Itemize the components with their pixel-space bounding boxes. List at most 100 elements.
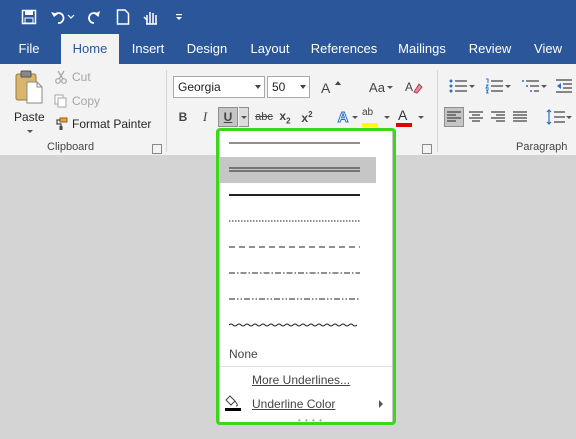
font-size-value: 50 — [272, 80, 286, 94]
grow-font-button[interactable]: A — [318, 77, 348, 97]
touch-mode-icon[interactable] — [141, 7, 161, 27]
cut-button[interactable]: Cut — [54, 70, 91, 84]
clipboard-dialog-launcher-icon[interactable] — [152, 144, 162, 154]
decrease-indent-icon — [555, 79, 572, 93]
align-center-button[interactable] — [466, 107, 486, 127]
superscript-button[interactable]: x2 — [297, 107, 317, 127]
highlight-label: ab — [362, 107, 374, 118]
tab-review[interactable]: Review — [464, 34, 516, 64]
undo-icon[interactable] — [48, 7, 68, 27]
underline-dropdown-button[interactable] — [239, 107, 249, 127]
underline-dotted-preview — [229, 220, 360, 222]
tab-insert[interactable]: Insert — [126, 34, 170, 64]
underline-style-dash-dot[interactable] — [220, 260, 376, 286]
line-spacing-icon — [546, 109, 565, 125]
underline-style-dash-dot-dot[interactable] — [220, 286, 376, 312]
align-left-icon — [447, 111, 461, 122]
underline-button[interactable]: U — [218, 107, 238, 127]
svg-text:A: A — [321, 80, 331, 95]
chevron-down-icon — [255, 85, 261, 89]
format-painter-button[interactable]: Format Painter — [54, 117, 151, 131]
paste-dropdown-icon[interactable] — [27, 130, 33, 133]
tab-home[interactable]: Home — [61, 34, 119, 64]
underline-style-dashed[interactable] — [220, 234, 376, 260]
clear-formatting-button[interactable]: A — [404, 77, 424, 97]
bold-button[interactable]: B — [173, 107, 193, 127]
svg-text:A: A — [405, 80, 413, 94]
underline-style-dotted[interactable] — [220, 208, 376, 234]
chevron-down-icon — [418, 116, 424, 119]
ribbon-tab-bar: File Home Insert Design Layout Reference… — [0, 34, 576, 64]
more-underlines-item[interactable]: More Underlines... — [252, 373, 350, 387]
italic-button[interactable]: I — [195, 107, 215, 127]
chevron-down-icon — [566, 116, 572, 119]
quick-access-toolbar — [0, 0, 576, 34]
underline-style-single[interactable] — [220, 130, 376, 156]
subscript-button[interactable]: x2 — [275, 107, 295, 127]
paragraph-group-label: Paragraph — [516, 141, 568, 153]
group-separator — [166, 70, 167, 152]
underline-dash-dot-dot-preview — [229, 298, 360, 300]
chevron-down-icon — [300, 85, 306, 89]
resize-grip-icon[interactable]: • • • • — [298, 416, 323, 425]
bullets-button[interactable] — [443, 76, 475, 96]
save-icon[interactable] — [19, 7, 39, 27]
underline-style-wave[interactable] — [220, 312, 376, 338]
chevron-down-icon — [469, 85, 475, 88]
underline-single-preview — [229, 142, 360, 144]
justify-icon — [513, 111, 527, 122]
copy-label: Copy — [72, 94, 101, 108]
bullets-icon — [449, 79, 467, 93]
chevron-down-icon — [541, 85, 547, 88]
copy-button[interactable]: Copy — [54, 94, 100, 108]
tab-file[interactable]: File — [9, 34, 49, 64]
align-right-icon — [491, 111, 505, 122]
font-name-combobox[interactable]: Georgia — [173, 76, 265, 98]
justify-button[interactable] — [510, 107, 530, 127]
multilevel-list-button[interactable] — [515, 76, 547, 96]
underline-none-item[interactable]: None — [229, 347, 258, 361]
font-size-combobox[interactable]: 50 — [267, 76, 310, 98]
tab-layout[interactable]: Layout — [244, 34, 296, 64]
italic-label: I — [202, 109, 208, 124]
tab-references[interactable]: References — [308, 34, 380, 64]
numbering-button[interactable] — [479, 76, 511, 96]
paste-icon — [15, 70, 43, 104]
underline-style-double[interactable] — [220, 157, 376, 183]
font-dialog-launcher-icon[interactable] — [422, 144, 432, 154]
underline-dash-dot-preview — [229, 272, 360, 274]
underline-color-item[interactable]: Underline Color — [252, 397, 335, 411]
underline-dashed-preview — [229, 246, 360, 248]
subscript-label: x2 — [279, 108, 291, 126]
align-center-icon — [469, 111, 483, 122]
new-document-icon[interactable] — [113, 7, 133, 27]
underline-style-menu: None More Underlines... Underline Color … — [219, 129, 393, 425]
underline-thick-preview — [229, 194, 360, 196]
superscript-label: x2 — [301, 109, 313, 125]
change-case-button[interactable]: Aa — [362, 77, 393, 97]
underline-wave-preview — [229, 323, 358, 327]
decrease-indent-button[interactable] — [551, 76, 576, 96]
chevron-down-icon — [241, 116, 247, 119]
underline-style-thick[interactable] — [220, 182, 376, 208]
change-case-label: Aa — [369, 79, 385, 95]
align-right-button[interactable] — [488, 107, 508, 127]
text-effects-button[interactable]: A — [328, 107, 358, 127]
tab-design[interactable]: Design — [182, 34, 232, 64]
highlight-button[interactable]: ab — [360, 107, 390, 127]
redo-icon[interactable] — [84, 7, 104, 27]
cut-label: Cut — [72, 70, 91, 84]
customize-icon[interactable] — [172, 7, 186, 27]
strikethrough-label: abc — [255, 111, 273, 123]
undo-dropdown-icon[interactable] — [66, 7, 76, 27]
multilevel-list-icon — [522, 80, 539, 92]
font-color-button[interactable]: A — [394, 107, 424, 127]
eraser-icon: A — [405, 80, 423, 94]
align-left-button[interactable] — [444, 107, 464, 127]
strikethrough-button[interactable]: abc — [253, 107, 275, 127]
line-spacing-button[interactable] — [540, 107, 572, 127]
paste-button[interactable]: Paste — [12, 70, 48, 136]
chevron-down-icon — [352, 116, 358, 119]
tab-mailings[interactable]: Mailings — [392, 34, 452, 64]
tab-view[interactable]: View — [528, 34, 568, 64]
